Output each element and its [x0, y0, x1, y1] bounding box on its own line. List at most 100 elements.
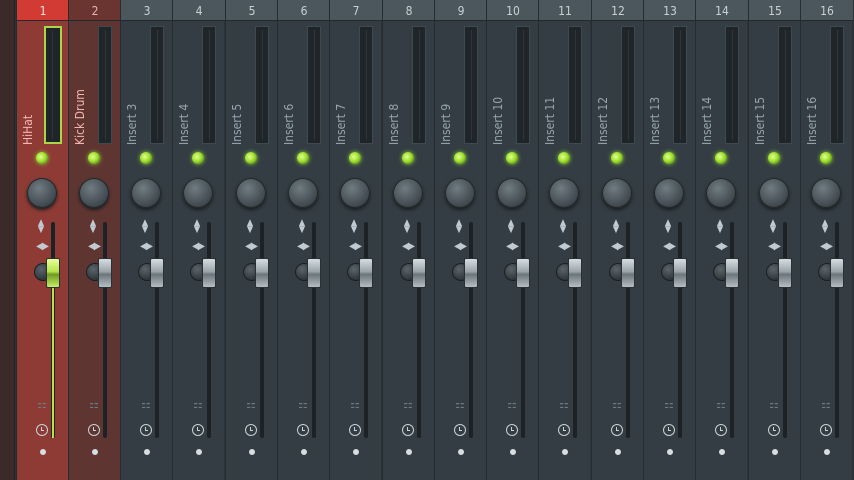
track-number[interactable]: 2 — [69, 0, 121, 21]
track-enable-led[interactable] — [349, 152, 361, 164]
fx-slot-icon[interactable]: ⚏ — [611, 396, 623, 412]
record-dot[interactable] — [353, 449, 359, 455]
clock-icon[interactable] — [454, 424, 466, 436]
volume-fader[interactable] — [412, 258, 426, 288]
track-name[interactable]: Kick Drum — [72, 27, 88, 145]
left-right-arrow-icon[interactable]: ◀▶ — [658, 240, 680, 254]
pan-knob[interactable] — [706, 178, 736, 208]
volume-fader-track[interactable] — [364, 222, 368, 438]
track-number[interactable]: 7 — [330, 0, 382, 21]
pan-knob[interactable] — [79, 178, 109, 208]
volume-fader[interactable] — [307, 258, 321, 288]
up-down-arrow-icon[interactable]: ▲ ▼ — [608, 219, 624, 236]
clock-icon[interactable] — [88, 424, 100, 436]
mixer-track-2[interactable]: 2 Kick Drum ▲ ▼ ◀▶ ⚏ — [68, 0, 121, 480]
clock-icon[interactable] — [715, 424, 727, 436]
record-dot[interactable] — [406, 449, 412, 455]
fx-slot-icon[interactable]: ⚏ — [297, 396, 309, 412]
up-down-arrow-icon[interactable]: ▲ ▼ — [451, 219, 467, 236]
fx-slot-icon[interactable]: ⚏ — [402, 396, 414, 412]
left-right-arrow-icon[interactable]: ◀▶ — [292, 240, 314, 254]
pan-knob[interactable] — [183, 178, 213, 208]
track-enable-led[interactable] — [36, 152, 48, 164]
track-number[interactable]: 14 — [696, 0, 748, 21]
track-enable-led[interactable] — [192, 152, 204, 164]
clock-icon[interactable] — [558, 424, 570, 436]
track-number[interactable]: 13 — [644, 0, 696, 21]
record-dot[interactable] — [196, 449, 202, 455]
up-down-arrow-icon[interactable]: ▲ ▼ — [85, 219, 101, 236]
fx-slot-icon[interactable]: ⚏ — [88, 396, 100, 412]
pan-knob[interactable] — [27, 178, 57, 208]
mixer-track-15[interactable]: 15 Insert 15 ▲ ▼ ◀▶ ⚏ — [748, 0, 801, 480]
track-number[interactable]: 10 — [487, 0, 539, 21]
record-dot[interactable] — [458, 449, 464, 455]
up-down-arrow-icon[interactable]: ▲ ▼ — [765, 219, 781, 236]
track-number[interactable]: 4 — [173, 0, 225, 21]
pan-knob[interactable] — [811, 178, 841, 208]
left-right-arrow-icon[interactable]: ◀▶ — [763, 240, 785, 254]
track-enable-led[interactable] — [454, 152, 466, 164]
volume-fader-track[interactable] — [103, 222, 107, 438]
record-dot[interactable] — [615, 449, 621, 455]
clock-icon[interactable] — [245, 424, 257, 436]
volume-fader-track[interactable] — [730, 222, 734, 438]
pan-knob[interactable] — [340, 178, 370, 208]
record-dot[interactable] — [562, 449, 568, 455]
pan-knob[interactable] — [549, 178, 579, 208]
mixer-track-8[interactable]: 8 Insert 8 ▲ ▼ ◀▶ ⚏ — [382, 0, 435, 480]
clock-icon[interactable] — [768, 424, 780, 436]
pan-knob[interactable] — [759, 178, 789, 208]
track-enable-led[interactable] — [506, 152, 518, 164]
record-dot[interactable] — [824, 449, 830, 455]
left-right-arrow-icon[interactable]: ◀▶ — [187, 240, 209, 254]
mixer-track-6[interactable]: 6 Insert 6 ▲ ▼ ◀▶ ⚏ — [277, 0, 330, 480]
fx-slot-icon[interactable]: ⚏ — [349, 396, 361, 412]
pan-knob[interactable] — [445, 178, 475, 208]
track-number[interactable]: 11 — [539, 0, 591, 21]
mixer-track-13[interactable]: 13 Insert 13 ▲ ▼ ◀▶ ⚏ — [643, 0, 696, 480]
volume-fader-track[interactable] — [626, 222, 630, 438]
left-right-arrow-icon[interactable]: ◀▶ — [31, 240, 53, 254]
up-down-arrow-icon[interactable]: ▲ ▼ — [242, 219, 258, 236]
track-name[interactable]: Insert 14 — [699, 27, 715, 145]
track-number[interactable]: 15 — [749, 0, 801, 21]
mixer-track-12[interactable]: 12 Insert 12 ▲ ▼ ◀▶ ⚏ — [591, 0, 644, 480]
fx-slot-icon[interactable]: ⚏ — [454, 396, 466, 412]
track-enable-led[interactable] — [140, 152, 152, 164]
track-enable-led[interactable] — [611, 152, 623, 164]
track-name[interactable]: Insert 6 — [281, 27, 297, 145]
mixer-track-16[interactable]: 16 Insert 16 ▲ ▼ ◀▶ ⚏ — [800, 0, 853, 480]
track-enable-led[interactable] — [297, 152, 309, 164]
up-down-arrow-icon[interactable]: ▲ ▼ — [555, 219, 571, 236]
volume-fader-track[interactable] — [207, 222, 211, 438]
mixer-track-7[interactable]: 7 Insert 7 ▲ ▼ ◀▶ ⚏ — [329, 0, 382, 480]
left-right-arrow-icon[interactable]: ◀▶ — [710, 240, 732, 254]
volume-fader[interactable] — [830, 258, 844, 288]
up-down-arrow-icon[interactable]: ▲ ▼ — [189, 219, 205, 236]
volume-fader[interactable] — [255, 258, 269, 288]
clock-icon[interactable] — [611, 424, 623, 436]
track-number[interactable]: 1 — [17, 0, 69, 21]
record-dot[interactable] — [144, 449, 150, 455]
up-down-arrow-icon[interactable]: ▲ ▼ — [660, 219, 676, 236]
up-down-arrow-icon[interactable]: ▲ ▼ — [399, 219, 415, 236]
up-down-arrow-icon[interactable]: ▲ ▼ — [503, 219, 519, 236]
pan-knob[interactable] — [497, 178, 527, 208]
clock-icon[interactable] — [36, 424, 48, 436]
up-down-arrow-icon[interactable]: ▲ ▼ — [817, 219, 833, 236]
track-name[interactable]: Insert 9 — [438, 27, 454, 145]
volume-fader[interactable] — [778, 258, 792, 288]
up-down-arrow-icon[interactable]: ▲ ▼ — [346, 219, 362, 236]
clock-icon[interactable] — [192, 424, 204, 436]
fx-slot-icon[interactable]: ⚏ — [663, 396, 675, 412]
volume-fader[interactable] — [673, 258, 687, 288]
track-number[interactable]: 16 — [801, 0, 853, 21]
track-enable-led[interactable] — [402, 152, 414, 164]
volume-fader-track[interactable] — [521, 222, 525, 438]
track-name[interactable]: Insert 12 — [595, 27, 611, 145]
volume-fader-track[interactable] — [260, 222, 264, 438]
left-right-arrow-icon[interactable]: ◀▶ — [815, 240, 837, 254]
track-number[interactable]: 12 — [592, 0, 644, 21]
left-right-arrow-icon[interactable]: ◀▶ — [135, 240, 157, 254]
